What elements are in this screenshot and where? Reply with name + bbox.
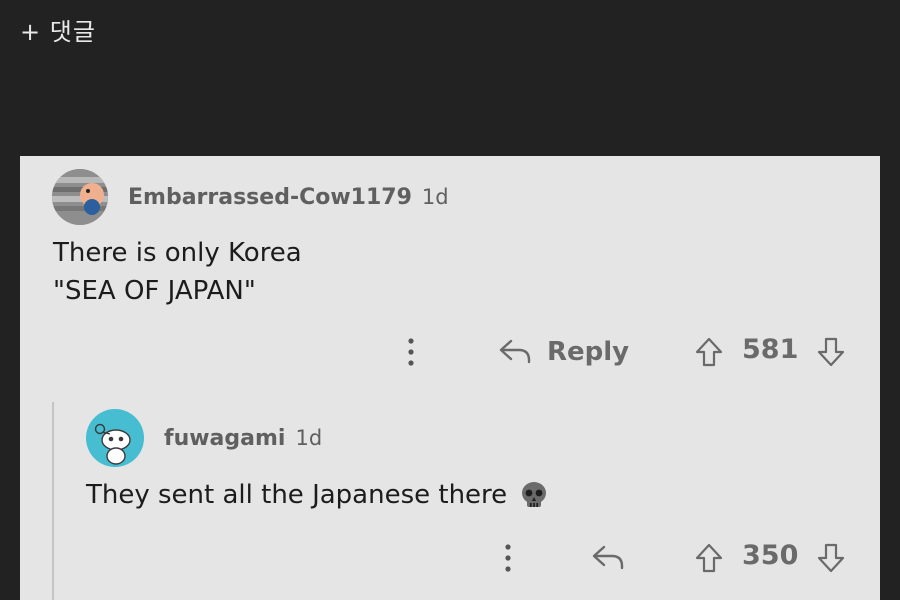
snoo-avatar-icon[interactable] xyxy=(86,409,144,467)
reply-actions: 350 xyxy=(20,538,880,578)
upvote-icon[interactable] xyxy=(694,336,724,368)
reply-age: 1d xyxy=(295,426,323,450)
downvote-icon[interactable] xyxy=(816,336,846,368)
more-options-icon[interactable] xyxy=(401,334,421,370)
skull-icon xyxy=(522,482,547,507)
comment-line: "SEA OF JAPAN" xyxy=(53,276,256,306)
downvote-icon[interactable] xyxy=(816,542,846,574)
vote-score: 581 xyxy=(742,334,799,365)
comment-header: Embarrassed-Cow1179 1d xyxy=(52,169,449,225)
comment-line: There is only Korea xyxy=(53,238,302,268)
avatar[interactable] xyxy=(52,169,108,225)
reply-button[interactable] xyxy=(590,538,626,578)
comment-thread: Embarrassed-Cow1179 1d There is only Kor… xyxy=(20,156,880,600)
comment-author[interactable]: Embarrassed-Cow1179 xyxy=(128,185,412,210)
comment-age: 1d xyxy=(421,185,449,209)
reply-button[interactable]: Reply xyxy=(497,332,629,372)
user-avatar-icon xyxy=(52,169,108,225)
comment-actions: Reply 581 xyxy=(20,332,880,372)
comment-body: There is only Korea "SEA OF JAPAN" xyxy=(53,234,302,310)
add-comment-link[interactable]: + 댓글 xyxy=(20,12,96,47)
more-options-icon[interactable] xyxy=(498,540,518,576)
reply-arrow-icon xyxy=(499,339,531,364)
page: + 댓글 Embarrassed-Cow1179 1d There is onl… xyxy=(0,0,900,600)
reply-header: fuwagami 1d xyxy=(86,408,322,468)
reply-arrow-icon xyxy=(592,545,624,570)
reply-label: Reply xyxy=(547,337,630,367)
reply-body: They sent all the Japanese there xyxy=(86,476,549,514)
reply-author[interactable]: fuwagami xyxy=(164,426,285,451)
upvote-icon[interactable] xyxy=(694,542,724,574)
vote-score: 350 xyxy=(742,540,799,571)
reply-text: They sent all the Japanese there xyxy=(86,480,508,510)
